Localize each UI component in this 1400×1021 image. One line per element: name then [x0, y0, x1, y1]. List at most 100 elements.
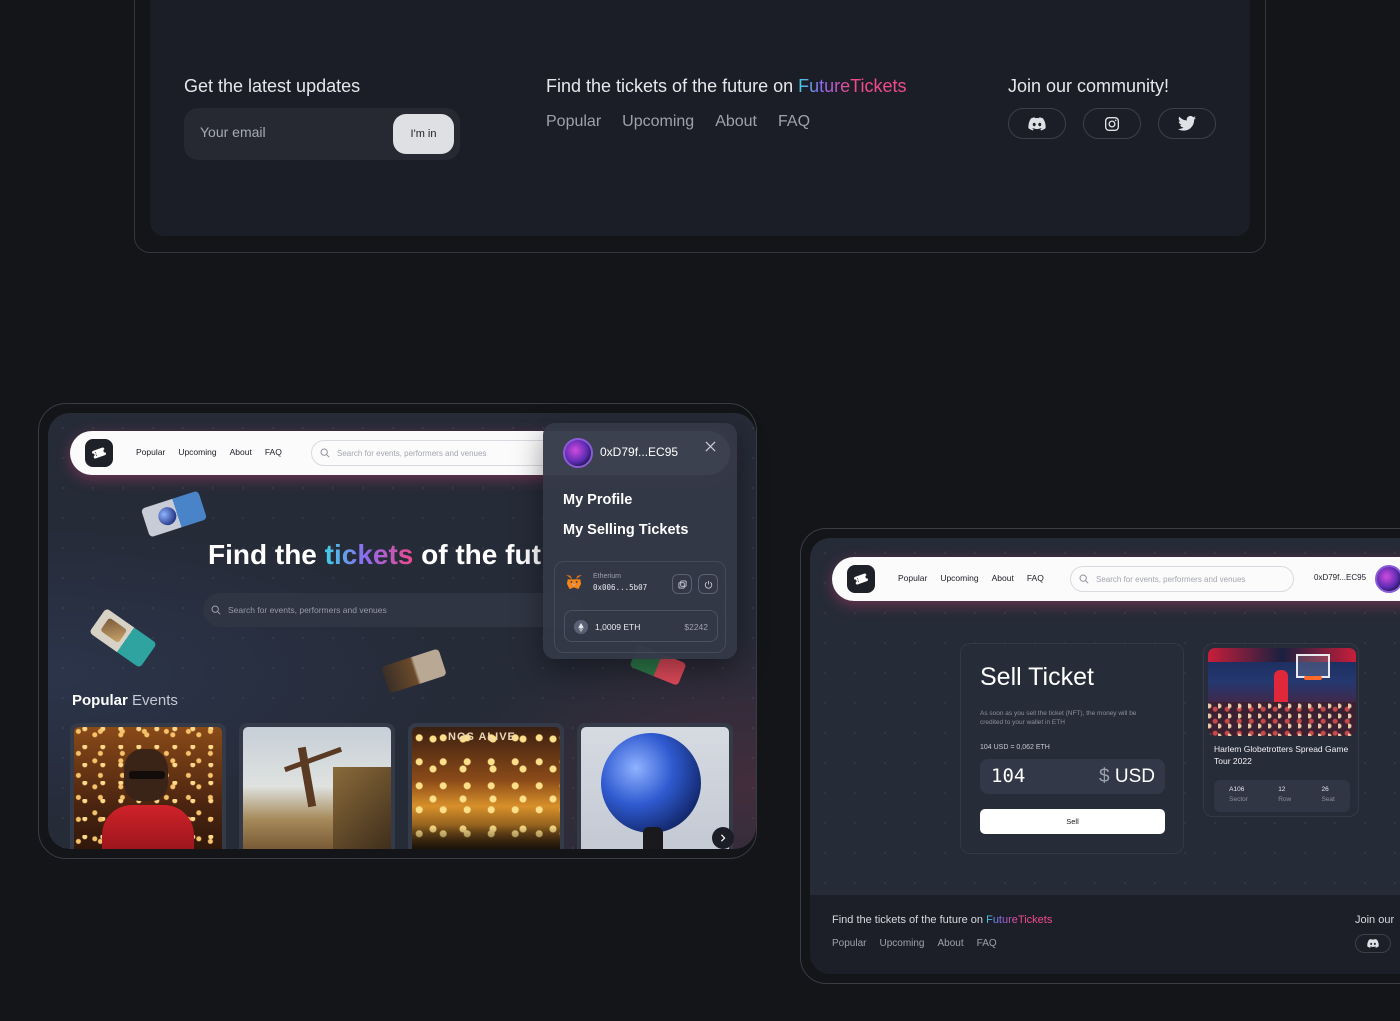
footer-tagline: Find the tickets of the future on Future…: [546, 76, 907, 97]
concert-overlay-text: NOS ALIVE: [448, 731, 516, 743]
top-navbar: Popular Upcoming About FAQ Search for ev…: [832, 557, 1400, 601]
wallet-card: Etherium 0x006...5b07 1,0009 ETH $2242: [554, 561, 726, 653]
avatar[interactable]: [1375, 565, 1400, 593]
nav-popular[interactable]: Popular: [136, 447, 165, 457]
sector-info: A106 Sector: [1229, 786, 1248, 812]
ticket-logo-icon: [853, 573, 869, 585]
menu-item-my-selling-tickets[interactable]: My Selling Tickets: [563, 522, 688, 538]
discord-icon: [1028, 116, 1046, 130]
search-icon: [320, 448, 330, 458]
twitter-icon: [1178, 116, 1196, 131]
close-button[interactable]: [705, 439, 716, 457]
usd-balance: $2242: [684, 622, 708, 632]
nav-about[interactable]: About: [230, 447, 252, 457]
sell-button[interactable]: Sell: [980, 809, 1165, 834]
disconnect-button[interactable]: [698, 574, 718, 594]
footer-nav-upcoming[interactable]: Upcoming: [622, 113, 694, 131]
currency-label: $ USD: [1099, 766, 1155, 788]
email-input[interactable]: [200, 124, 380, 140]
footer-nav-faq[interactable]: FAQ: [977, 938, 997, 949]
copy-icon: [677, 579, 687, 589]
footer-nav: Popular Upcoming About FAQ: [546, 113, 810, 131]
main-nav: Popular Upcoming About FAQ: [136, 447, 282, 457]
tagline-text: Find the tickets of the future on: [832, 914, 987, 926]
nav-about[interactable]: About: [992, 573, 1014, 583]
ticket-image-basketball: [1208, 648, 1356, 736]
event-image-trophy: [581, 727, 729, 849]
footer-nav-faq[interactable]: FAQ: [778, 113, 810, 131]
ticket-logo-icon: [91, 447, 107, 459]
hero-highlight: tickets: [324, 539, 414, 570]
footer-nav-popular[interactable]: Popular: [546, 113, 601, 131]
event-image-artist: [74, 727, 222, 849]
community-heading: Join our: [1355, 914, 1395, 926]
balance-row: 1,0009 ETH $2242: [564, 610, 718, 642]
price-input[interactable]: 104 $ USD: [980, 759, 1165, 794]
wallet-address[interactable]: 0xD79f...EC95: [1314, 573, 1366, 582]
footer-nav-popular[interactable]: Popular: [832, 938, 866, 949]
popular-rest: Events: [127, 692, 178, 709]
event-card[interactable]: [577, 723, 733, 849]
ethereum-icon: [574, 620, 588, 634]
sector-label: Sector: [1229, 796, 1248, 803]
network-name: Etherium: [593, 573, 622, 580]
wallet-address: 0xD79f...EC95: [600, 445, 679, 459]
footer-nav-upcoming[interactable]: Upcoming: [879, 938, 924, 949]
community-heading: Join our community!: [1008, 76, 1170, 96]
footer-nav-about[interactable]: About: [938, 938, 964, 949]
price-value: 104: [991, 765, 1026, 787]
sell-description: As soon as you sell the ticket (NFT), th…: [980, 710, 1137, 726]
social-links: [1008, 108, 1216, 139]
twitter-button[interactable]: [1158, 108, 1216, 139]
seat-value: 26: [1321, 786, 1329, 793]
search-bar[interactable]: Search for events, performers and venues: [1070, 566, 1294, 592]
currency-symbol: $: [1099, 766, 1110, 787]
right-device-screen: Popular Upcoming About FAQ Search for ev…: [810, 538, 1400, 974]
nav-faq[interactable]: FAQ: [1027, 573, 1044, 583]
discord-button[interactable]: [1008, 108, 1066, 139]
footer-tagline: Find the tickets of the future on Future…: [832, 914, 1052, 926]
footer-nav-about[interactable]: About: [715, 113, 757, 131]
discord-icon: [1367, 939, 1379, 948]
event-card[interactable]: NOS ALIVE: [408, 723, 564, 849]
search-icon: [211, 605, 221, 615]
event-card[interactable]: [70, 723, 226, 849]
logo[interactable]: [85, 439, 113, 467]
nav-popular[interactable]: Popular: [898, 573, 927, 583]
sell-ticket-card: Sell Ticket As soon as you sell the tick…: [960, 643, 1184, 854]
brand-tickets: Tickets: [1017, 914, 1053, 926]
menu-item-my-profile[interactable]: My Profile: [563, 492, 632, 508]
exchange-rate: 104 USD = 0,062 ETH: [980, 744, 1050, 751]
hero-search-bar[interactable]: Search for events, performers and venues: [203, 593, 583, 627]
instagram-button[interactable]: [1083, 108, 1141, 139]
row-label: Row: [1278, 796, 1292, 803]
row-info: 12 Row: [1278, 786, 1291, 812]
nav-faq[interactable]: FAQ: [265, 447, 282, 457]
hero-text-end: of the fut: [413, 539, 541, 570]
hero-search-placeholder: Search for events, performers and venues: [228, 605, 387, 615]
nav-upcoming[interactable]: Upcoming: [178, 447, 216, 457]
popular-strong: Popular: [72, 692, 128, 709]
copy-button[interactable]: [672, 574, 692, 594]
updates-heading: Get the latest updates: [184, 76, 361, 96]
brand-future: Future: [986, 914, 1018, 926]
popular-events-heading: Popular Events: [72, 692, 178, 709]
carousel-next-button[interactable]: [712, 827, 734, 849]
row-value: 12: [1278, 786, 1286, 793]
hero-title: Find the tickets of the fut: [208, 539, 541, 571]
instagram-icon: [1105, 116, 1119, 131]
nav-upcoming[interactable]: Upcoming: [940, 573, 978, 583]
seat-label: Seat: [1321, 796, 1335, 803]
currency-code: USD: [1114, 766, 1155, 787]
ticket-preview-card: Harlem Globetrotters Spread Game Tour 20…: [1203, 643, 1359, 817]
main-nav: Popular Upcoming About FAQ: [898, 573, 1044, 583]
discord-button[interactable]: [1355, 934, 1391, 953]
search-placeholder: Search for events, performers and venues: [337, 448, 487, 458]
event-card[interactable]: [239, 723, 395, 849]
seat-info-col: 26 Seat: [1321, 786, 1334, 812]
logo[interactable]: [847, 565, 875, 593]
close-icon: [705, 441, 716, 452]
sell-title: Sell Ticket: [980, 663, 1094, 691]
search-placeholder: Search for events, performers and venues: [1096, 574, 1246, 584]
subscribe-button[interactable]: I'm in: [393, 114, 454, 154]
